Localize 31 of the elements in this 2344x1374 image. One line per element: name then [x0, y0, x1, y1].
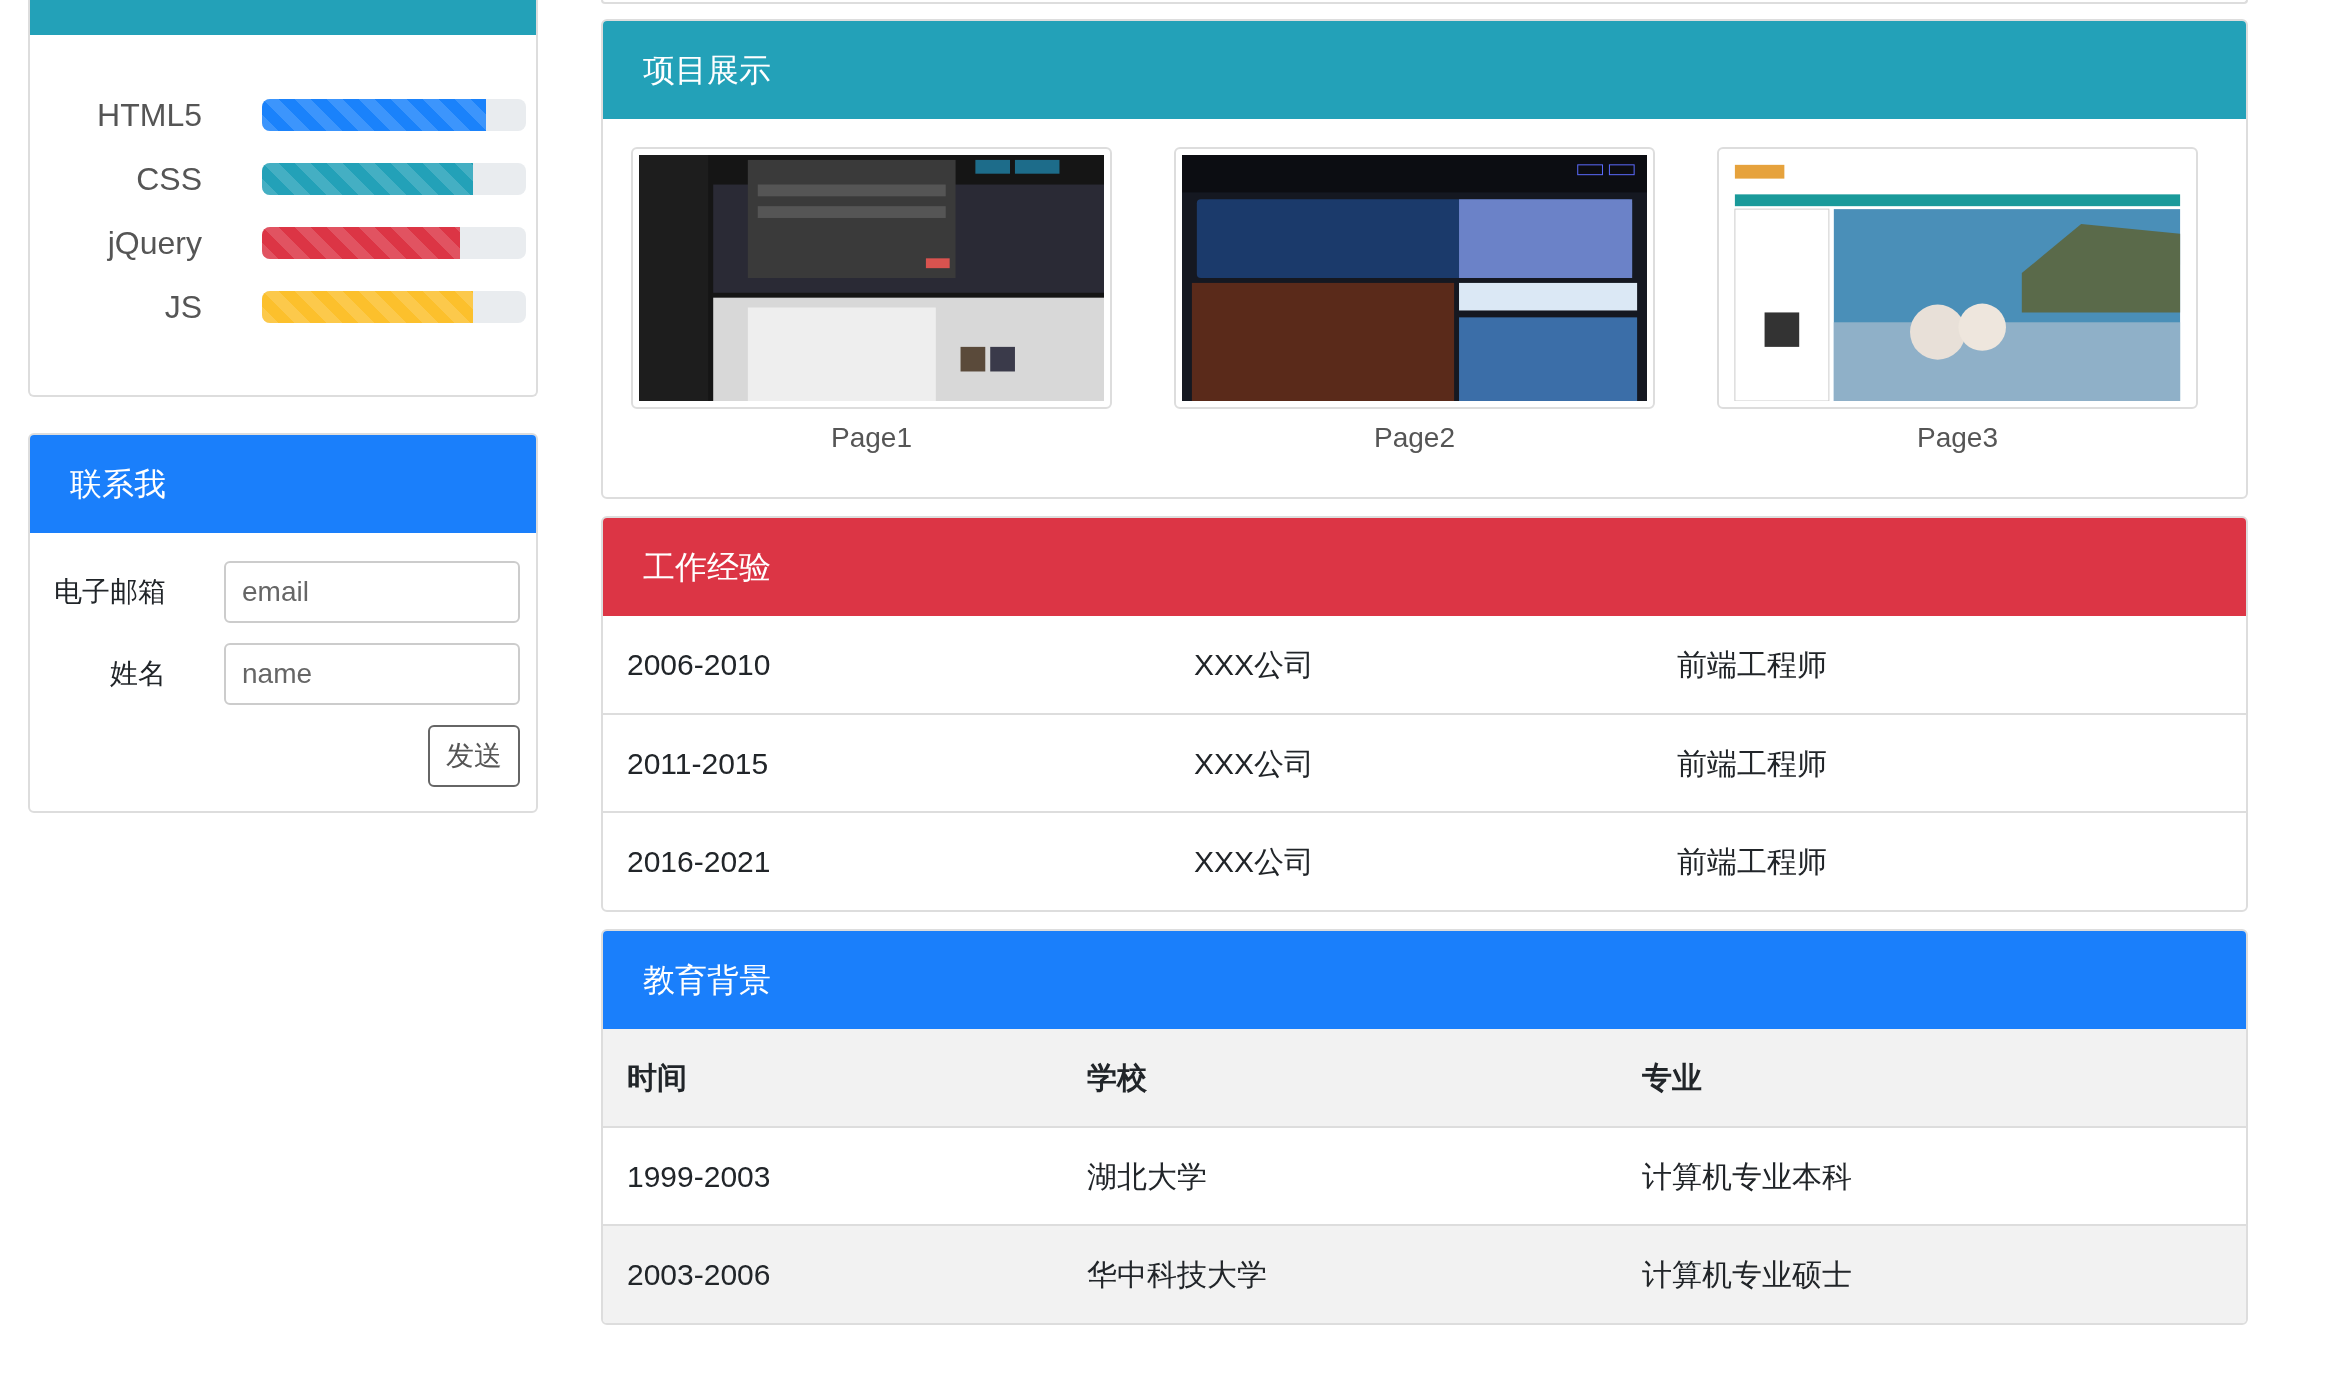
skill-label: jQuery — [106, 224, 202, 263]
column-header: 学校 — [1063, 1029, 1618, 1127]
table-cell: XXX公司 — [1170, 714, 1653, 812]
table-cell: 2006-2010 — [603, 616, 1170, 714]
thumbnail-caption: Page3 — [1917, 421, 1998, 455]
table-cell: 2003-2006 — [603, 1225, 1063, 1323]
column-header: 专业 — [1618, 1029, 2246, 1127]
field-label: 电子邮箱 — [53, 575, 166, 609]
table-cell: 华中科技大学 — [1063, 1225, 1618, 1323]
field-label: 姓名 — [109, 657, 166, 691]
skill-label: JS — [163, 288, 202, 327]
table-cell: 2011-2015 — [603, 714, 1170, 812]
table-cell: 2016-2021 — [603, 812, 1170, 910]
table-cell: XXX公司 — [1170, 616, 1653, 714]
table-cell: 前端工程师 — [1653, 812, 2246, 910]
skill-label: CSS — [135, 160, 202, 199]
table-cell: 前端工程师 — [1653, 616, 2246, 714]
table-cell: 前端工程师 — [1653, 714, 2246, 812]
input-field[interactable]: email — [224, 561, 520, 623]
card-title: 教育背景 — [603, 931, 2246, 1029]
card-title: 联系我 — [30, 435, 536, 533]
table-cell: 计算机专业硕士 — [1618, 1225, 2246, 1323]
input-field[interactable]: name — [224, 643, 520, 705]
skill-label: HTML5 — [96, 96, 202, 135]
column-header: 时间 — [603, 1029, 1063, 1127]
send-button[interactable]: 发送 — [428, 725, 520, 787]
thumbnail-caption: Page1 — [831, 421, 912, 455]
table-cell: XXX公司 — [1170, 812, 1653, 910]
card-title: 工作经验 — [603, 518, 2246, 616]
thumbnail-caption: Page2 — [1374, 421, 1455, 455]
card-title: 项目展示 — [603, 21, 2246, 119]
